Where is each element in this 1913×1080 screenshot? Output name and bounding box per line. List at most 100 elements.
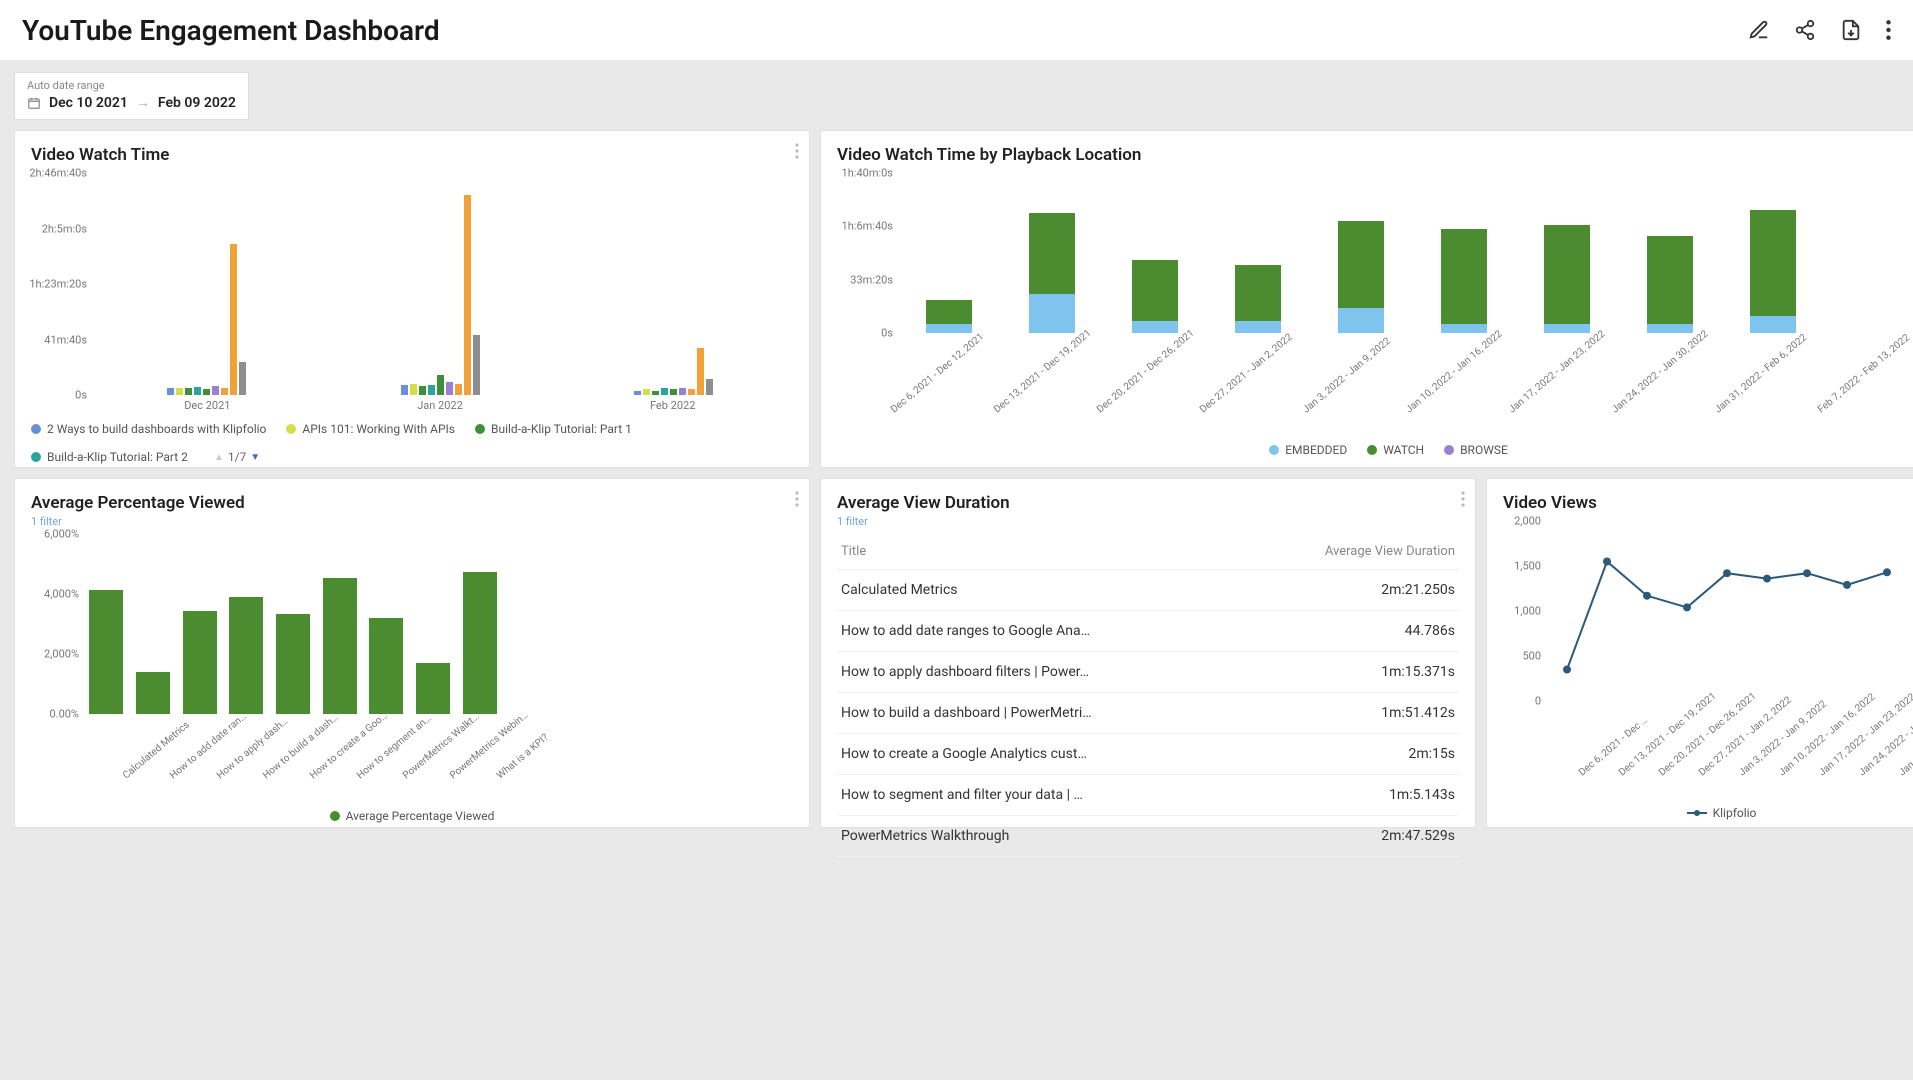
- bar[interactable]: [176, 388, 183, 395]
- date-range-picker[interactable]: Auto date range Dec 10 2021 → Feb 09 202…: [14, 72, 249, 120]
- cell-title: How to apply dashboard filters | Power…: [837, 652, 1242, 693]
- card-title: Video Watch Time: [31, 145, 793, 165]
- bar-segment[interactable]: [1441, 324, 1487, 333]
- legend-item[interactable]: Average Percentage Viewed: [330, 809, 495, 823]
- col-title[interactable]: Title: [837, 534, 1242, 570]
- bar[interactable]: [167, 388, 174, 395]
- bar-segment[interactable]: [1338, 308, 1384, 333]
- bar-segment[interactable]: [1338, 221, 1384, 308]
- bar[interactable]: [437, 375, 444, 395]
- bar-segment[interactable]: [926, 300, 972, 324]
- table-row[interactable]: PowerMetrics Walkthrough2m:47.529s: [837, 816, 1459, 857]
- bar-segment[interactable]: [1647, 236, 1693, 324]
- card-title: Video Watch Time by Playback Location: [837, 145, 1913, 165]
- legend-item[interactable]: EMBEDDED: [1269, 443, 1347, 457]
- table-row[interactable]: How to segment and filter your data | …1…: [837, 775, 1459, 816]
- card-filter-indicator[interactable]: 1 filter: [837, 515, 1459, 528]
- bar[interactable]: [229, 597, 263, 714]
- line-series[interactable]: [1547, 521, 1913, 701]
- bar[interactable]: [230, 244, 237, 395]
- bar[interactable]: [410, 384, 417, 395]
- date-range-label: Auto date range: [27, 79, 236, 92]
- bar[interactable]: [239, 362, 246, 395]
- bar-segment[interactable]: [1132, 260, 1178, 321]
- legend-item[interactable]: 2 Ways to build dashboards with Klipfoli…: [31, 422, 266, 436]
- legend-item[interactable]: WATCH: [1367, 443, 1424, 457]
- bar[interactable]: [89, 590, 123, 715]
- y-tick: 1,500: [1514, 560, 1541, 573]
- card-video-watch-time: Video Watch Time 2h:46m:40s2h:5m:0s1h:23…: [14, 130, 810, 468]
- y-tick: 33m:20s: [850, 273, 893, 286]
- bar[interactable]: [455, 384, 462, 395]
- bar-segment[interactable]: [926, 324, 972, 333]
- bar-segment[interactable]: [1235, 265, 1281, 321]
- bar[interactable]: [661, 388, 668, 395]
- bar-segment[interactable]: [1750, 210, 1796, 315]
- card-menu-icon[interactable]: [795, 143, 799, 159]
- bar[interactable]: [276, 614, 310, 715]
- bar[interactable]: [136, 672, 170, 714]
- legend-item[interactable]: Build-a-Klip Tutorial: Part 1: [475, 422, 632, 436]
- cell-duration: 1m:5.143s: [1242, 775, 1459, 816]
- bar-segment[interactable]: [1235, 321, 1281, 333]
- card-menu-icon[interactable]: [1461, 491, 1465, 507]
- cell-title: PowerMetrics Walkthrough: [837, 816, 1242, 857]
- bar[interactable]: [679, 388, 686, 395]
- bar-segment[interactable]: [1750, 316, 1796, 333]
- bar[interactable]: [697, 348, 704, 395]
- bar[interactable]: [194, 387, 201, 395]
- bar[interactable]: [428, 385, 435, 395]
- chevron-down-icon[interactable]: ▼: [250, 452, 260, 463]
- legend-item[interactable]: APIs 101: Working With APIs: [286, 422, 455, 436]
- cell-duration: 1m:15.371s: [1242, 652, 1459, 693]
- table-row[interactable]: How to add date ranges to Google Ana…44.…: [837, 611, 1459, 652]
- y-tick: 1h:23m:20s: [29, 278, 87, 291]
- export-icon[interactable]: [1840, 19, 1862, 41]
- chevron-up-icon[interactable]: ▲: [214, 452, 224, 463]
- cell-duration: 2m:21.250s: [1242, 570, 1459, 611]
- y-tick: 2,000: [1514, 515, 1541, 528]
- card-filter-indicator[interactable]: 1 filter: [31, 515, 793, 528]
- card-menu-icon[interactable]: [795, 491, 799, 507]
- table-row[interactable]: How to build a dashboard | PowerMetri…1m…: [837, 693, 1459, 734]
- x-label: Dec 20, 2021 - Dec 26, 2021: [1095, 328, 1196, 416]
- bar[interactable]: [221, 388, 228, 395]
- bar-segment[interactable]: [1029, 213, 1075, 294]
- bar[interactable]: [185, 388, 192, 395]
- x-label: Jan 10, 2022 - Jan 16, 2022: [1404, 329, 1505, 416]
- x-label: Jan 17, 2022 - Jan 23, 2022: [1507, 329, 1608, 416]
- bar[interactable]: [464, 195, 471, 395]
- legend-item[interactable]: Build-a-Klip Tutorial: Part 2: [31, 450, 188, 464]
- legend-item[interactable]: BROWSE: [1444, 443, 1508, 457]
- legend-item[interactable]: Klipfolio: [1687, 806, 1757, 820]
- share-icon[interactable]: [1794, 19, 1816, 41]
- bar[interactable]: [416, 663, 450, 714]
- bar[interactable]: [323, 578, 357, 715]
- bar[interactable]: [463, 572, 497, 715]
- bar-segment[interactable]: [1544, 324, 1590, 333]
- y-tick: 1h:40m:0s: [842, 167, 893, 180]
- bar[interactable]: [419, 386, 426, 395]
- bar[interactable]: [369, 618, 403, 714]
- bar-segment[interactable]: [1544, 225, 1590, 324]
- bar[interactable]: [446, 382, 453, 395]
- more-icon[interactable]: [1886, 19, 1891, 41]
- bar-segment[interactable]: [1132, 321, 1178, 333]
- legend-pager[interactable]: ▲1/7▼: [214, 450, 260, 464]
- table-row[interactable]: Calculated Metrics2m:21.250s: [837, 570, 1459, 611]
- bar[interactable]: [401, 385, 408, 395]
- x-label: How to create a Goo…: [308, 710, 390, 781]
- bar-segment[interactable]: [1441, 229, 1487, 324]
- bar[interactable]: [212, 386, 219, 395]
- bar-segment[interactable]: [1029, 294, 1075, 333]
- bar-segment[interactable]: [1647, 324, 1693, 333]
- card-title: Average Percentage Viewed: [31, 493, 793, 513]
- edit-icon[interactable]: [1748, 19, 1770, 41]
- table-row[interactable]: How to create a Google Analytics cust…2m…: [837, 734, 1459, 775]
- bar[interactable]: [706, 379, 713, 395]
- table-row[interactable]: How to apply dashboard filters | Power…1…: [837, 652, 1459, 693]
- bar[interactable]: [183, 611, 217, 715]
- col-duration[interactable]: Average View Duration: [1242, 534, 1459, 570]
- bar[interactable]: [473, 335, 480, 395]
- x-label: Dec 6, 2021 - Dec 12, 2021: [889, 331, 986, 415]
